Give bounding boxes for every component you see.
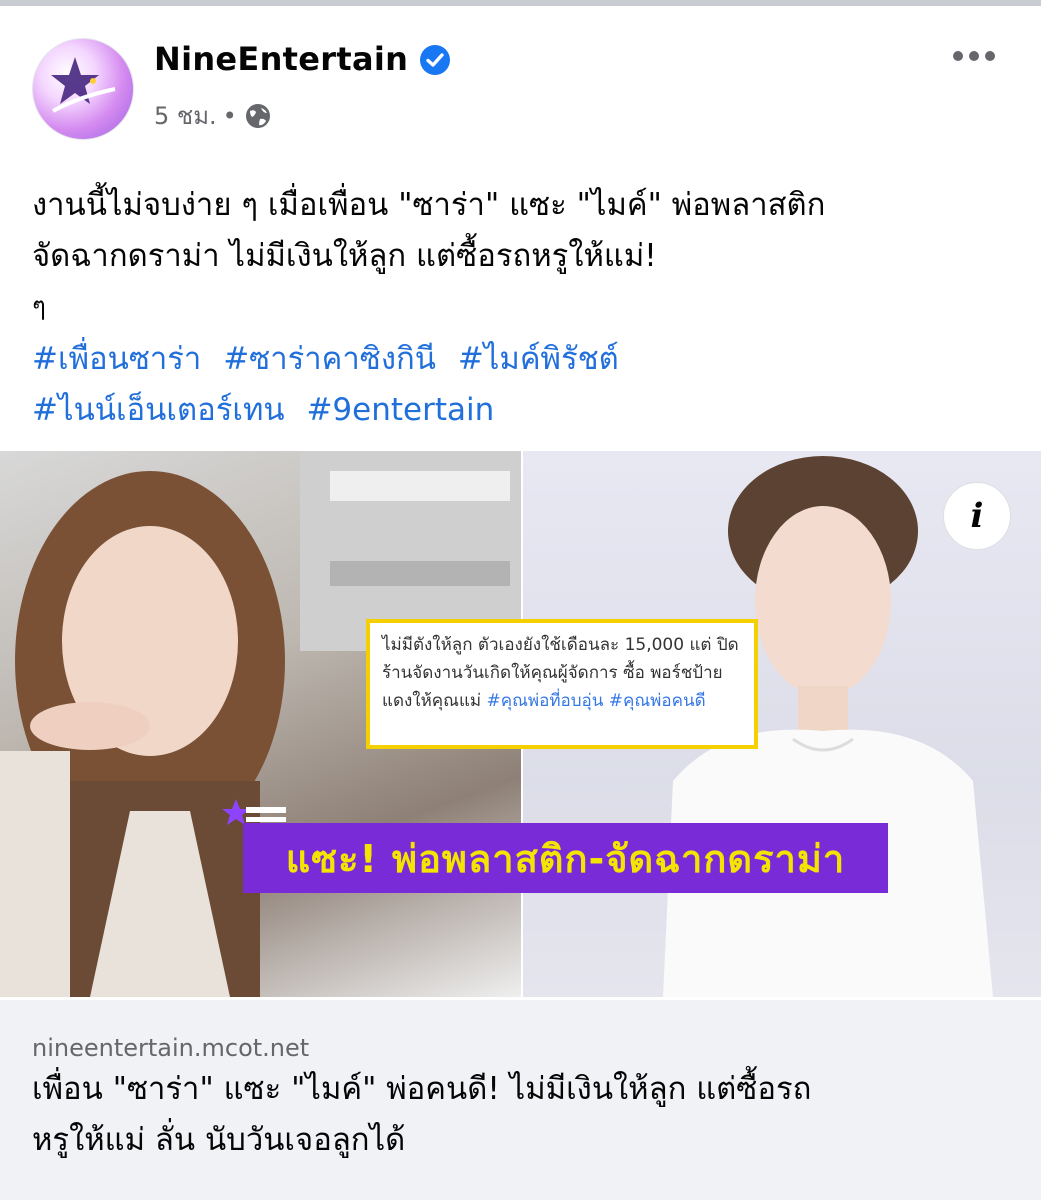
- page-name[interactable]: NineEntertain: [154, 40, 408, 78]
- verified-badge-icon: [420, 45, 450, 75]
- post-text-line: งานนี้ไม่จบง่าย ๆ เมื่อเพื่อน "ซาร่า" แซ…: [32, 187, 826, 223]
- top-divider: [0, 0, 1041, 6]
- link-title-line: เพื่อน "ซาร่า" แซะ "ไมค์" พ่อคนดี! ไม่มี…: [32, 1071, 812, 1107]
- link-title[interactable]: เพื่อน "ซาร่า" แซะ "ไมค์" พ่อคนดี! ไม่มี…: [32, 1064, 1012, 1166]
- link-domain[interactable]: nineentertain.mcot.net: [32, 1034, 309, 1062]
- globe-icon[interactable]: [243, 101, 273, 131]
- hashtag-link[interactable]: #ซาร่าคาซิงกินี: [223, 341, 436, 377]
- quote-hashtag: #คุณพ่อคนดี: [608, 691, 706, 711]
- hashtag-link[interactable]: #9entertain: [306, 392, 494, 428]
- hashtag-link[interactable]: #ไนน์เอ็นเตอร์เทน: [32, 392, 285, 428]
- hashtags: #เพื่อนซาร่า #ซาร่าคาซิงกินี #ไมค์พิรัชต…: [32, 334, 631, 436]
- banner-text: แซะ! พ่อพลาสติก-จัดฉากดราม่า: [285, 836, 846, 881]
- info-button[interactable]: i: [943, 482, 1011, 550]
- quote-hashtag: #คุณพ่อที่อบอุ่น: [486, 691, 604, 711]
- post-small-mark: ๆ: [32, 292, 46, 322]
- post-text-line: จัดฉากดราม่า ไม่มีเงินให้ลูก แต่ซื้อรถหร…: [32, 238, 657, 274]
- meta-separator: •: [222, 101, 237, 130]
- headline-banner: แซะ! พ่อพลาสติก-จัดฉากดราม่า: [243, 823, 888, 893]
- link-title-line: หรูให้แม่ ลั่น นับวันเจอลูกได้: [32, 1122, 406, 1158]
- post-meta: 5 ชม. •: [154, 96, 273, 135]
- quote-overlay: ไม่มีตังให้ลูก ตัวเองยังใช้เดือนละ 15,00…: [366, 619, 758, 749]
- hashtag-link[interactable]: #ไมค์พิรัชต์: [458, 341, 619, 377]
- hashtag-link[interactable]: #เพื่อนซาร่า: [32, 341, 201, 377]
- more-options-icon[interactable]: [950, 44, 998, 68]
- post-text: งานนี้ไม่จบง่าย ๆ เมื่อเพื่อน "ซาร่า" แซ…: [32, 180, 1002, 322]
- post-time[interactable]: 5 ชม.: [154, 96, 217, 135]
- nine-entertain-logo: [51, 57, 116, 113]
- page-avatar[interactable]: [32, 38, 134, 140]
